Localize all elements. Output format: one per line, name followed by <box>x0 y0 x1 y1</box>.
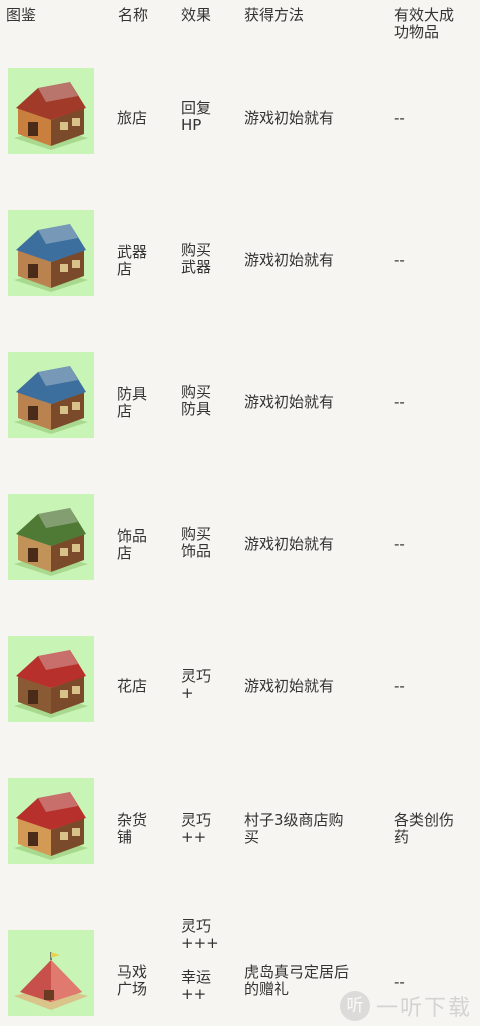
building-name: 马戏 广场 <box>117 963 148 998</box>
obtain-method: 游戏初始就有 <box>244 535 335 553</box>
building-name: 武器 店 <box>117 243 148 278</box>
building-illustration <box>8 494 94 580</box>
watermark-logo-icon: 听 <box>339 991 370 1021</box>
building-effect: 回复 HP <box>181 99 212 134</box>
building-illustration <box>8 68 94 154</box>
building-effect: 购买 防具 <box>181 383 212 418</box>
building-effect: 灵巧 ++ <box>181 811 212 846</box>
great-success-item: 各类创伤 药 <box>394 811 455 846</box>
great-success-item: -- <box>394 109 405 127</box>
building-effect: 购买 饰品 <box>181 525 212 560</box>
building-name: 花店 <box>117 677 148 695</box>
building-effect: 灵巧 +++ 幸运 ++ <box>181 917 219 1003</box>
header-illustration: 图鉴 <box>6 6 37 24</box>
building-illustration <box>8 636 94 722</box>
header-effect: 效果 <box>181 6 212 24</box>
building-illustration <box>8 778 94 864</box>
great-success-item: -- <box>394 393 405 411</box>
building-illustration <box>8 210 94 296</box>
building-name: 防具 店 <box>117 385 148 420</box>
building-name: 杂货 铺 <box>117 811 148 846</box>
building-illustration <box>8 930 94 1016</box>
obtain-method: 村子3级商店购 买 <box>244 811 344 846</box>
building-effect: 灵巧 + <box>181 667 212 702</box>
obtain-method: 游戏初始就有 <box>244 109 335 127</box>
building-illustration <box>8 352 94 438</box>
header-name: 名称 <box>118 6 149 24</box>
watermark: 听 一听下载 <box>339 990 472 1022</box>
great-success-item: -- <box>394 677 405 695</box>
obtain-method: 游戏初始就有 <box>244 251 335 269</box>
obtain-method: 游戏初始就有 <box>244 393 335 411</box>
great-success-item: -- <box>394 251 405 269</box>
header-obtain-method: 获得方法 <box>244 6 305 24</box>
obtain-method: 游戏初始就有 <box>244 677 335 695</box>
watermark-text: 一听下载 <box>375 996 472 1021</box>
great-success-item: -- <box>394 535 405 553</box>
great-success-item: -- <box>394 973 405 991</box>
building-effect: 购买 武器 <box>181 241 212 276</box>
blurred-overlay <box>120 480 330 510</box>
building-name: 饰品 店 <box>117 527 148 562</box>
building-name: 旅店 <box>117 109 148 127</box>
header-great-success-item: 有效大成 功物品 <box>394 6 455 41</box>
